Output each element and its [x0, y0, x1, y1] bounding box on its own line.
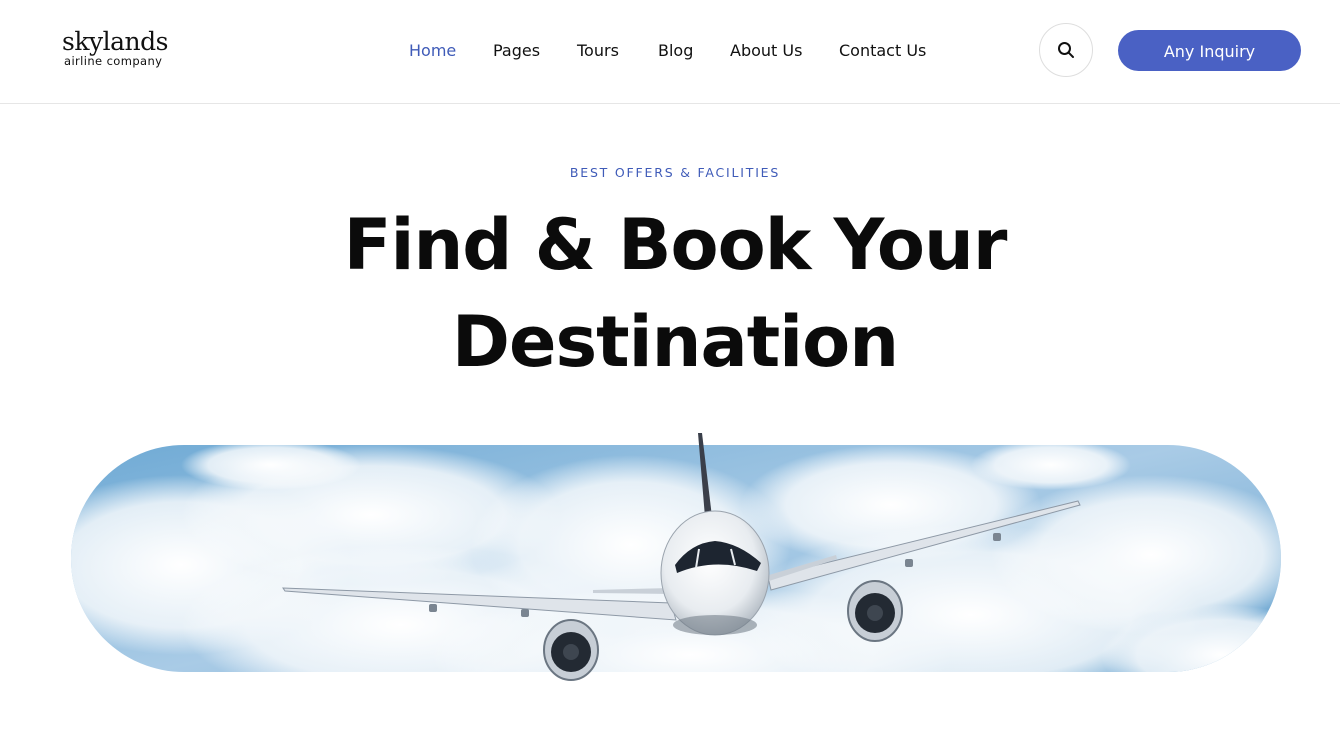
- airplane-in-clouds-image: [71, 433, 1281, 681]
- logo-name: skylands: [62, 27, 168, 56]
- hero-title-line-1: Find & Book Your: [343, 204, 1008, 286]
- nav-item-tours[interactable]: Tours: [577, 40, 619, 62]
- site-header: skylands airline company Home Pages Tour…: [0, 0, 1340, 104]
- nav-item-about-us[interactable]: About Us: [730, 40, 802, 62]
- nav-item-home[interactable]: Home: [409, 40, 456, 62]
- search-button[interactable]: [1039, 23, 1093, 77]
- hero-image: [71, 425, 1281, 690]
- hero-title: Find & Book Your Destination: [0, 197, 1340, 391]
- logo-tagline: airline company: [64, 54, 163, 68]
- nav-item-contact-us[interactable]: Contact Us: [839, 40, 926, 62]
- hero-title-line-2: Destination: [451, 301, 899, 383]
- nav-item-blog[interactable]: Blog: [658, 40, 693, 62]
- search-icon: [1058, 42, 1074, 58]
- hero-eyebrow: BEST OFFERS & FACILITIES: [569, 165, 781, 180]
- logo[interactable]: skylands airline company: [62, 28, 192, 72]
- nav-item-pages[interactable]: Pages: [493, 40, 540, 62]
- any-inquiry-button[interactable]: Any Inquiry: [1118, 30, 1301, 71]
